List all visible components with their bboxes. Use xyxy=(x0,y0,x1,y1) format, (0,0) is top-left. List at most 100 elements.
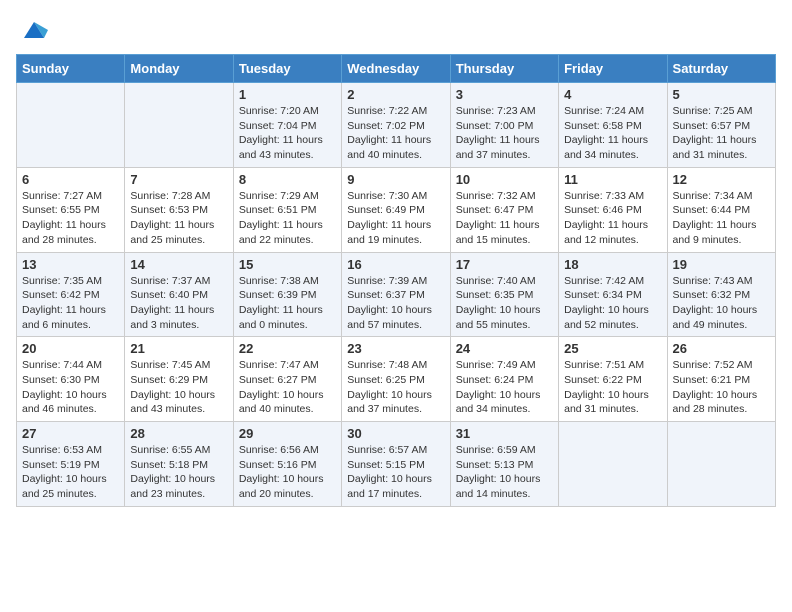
cell-text: Sunrise: 7:44 AM xyxy=(22,358,119,373)
cell-text: Sunrise: 7:20 AM xyxy=(239,104,336,119)
calendar-table: SundayMondayTuesdayWednesdayThursdayFrid… xyxy=(16,54,776,507)
cell-text: Daylight: 11 hours and 31 minutes. xyxy=(673,133,770,162)
week-row-2: 13 Sunrise: 7:35 AMSunset: 6:42 PM Dayligh… xyxy=(17,252,776,337)
cell-text: Sunrise: 7:30 AM xyxy=(347,189,444,204)
cell-text: Sunrise: 6:56 AM xyxy=(239,443,336,458)
day-number: 4 xyxy=(564,87,661,102)
calendar-cell-1-1: 7Sunrise: 7:28 AMSunset: 6:53 PMDaylight… xyxy=(125,167,233,252)
cell-text: Sunrise: 6:55 AM xyxy=(130,443,227,458)
cell-text: Daylight: 10 hours and 25 minutes. xyxy=(22,472,119,501)
calendar-body: 1Sunrise: 7:20 AMSunset: 7:04 PMDaylight… xyxy=(17,83,776,507)
calendar-cell-4-5 xyxy=(559,422,667,507)
day-number: 10 xyxy=(456,172,553,187)
cell-text: Daylight: 11 hours and 9 minutes. xyxy=(673,218,770,247)
day-number: 17 xyxy=(456,257,553,272)
cell-text: Daylight: 11 hours and 37 minutes. xyxy=(456,133,553,162)
cell-text: Daylight: 10 hours and 34 minutes. xyxy=(456,388,553,417)
calendar-cell-1-2: 8Sunrise: 7:29 AMSunset: 6:51 PMDaylight… xyxy=(233,167,341,252)
cell-text: Daylight: 10 hours and 28 minutes. xyxy=(673,388,770,417)
cell-text: Sunrise: 7:33 AM xyxy=(564,189,661,204)
day-number: 15 xyxy=(239,257,336,272)
day-number: 13 xyxy=(22,257,119,272)
day-number: 25 xyxy=(564,341,661,356)
page-header xyxy=(16,16,776,44)
day-number: 1 xyxy=(239,87,336,102)
cell-text: Sunrise: 7:29 AM xyxy=(239,189,336,204)
header-day-thursday: Thursday xyxy=(450,55,558,83)
header-day-friday: Friday xyxy=(559,55,667,83)
cell-text: Daylight: 10 hours and 46 minutes. xyxy=(22,388,119,417)
cell-text: Sunrise: 7:42 AM xyxy=(564,274,661,289)
calendar-cell-3-5: 25Sunrise: 7:51 AMSunset: 6:22 PMDayligh… xyxy=(559,337,667,422)
cell-text: Sunset: 6:27 PM xyxy=(239,373,336,388)
cell-text: Sunset: 6:55 PM xyxy=(22,203,119,218)
cell-text: Sunrise: 6:57 AM xyxy=(347,443,444,458)
cell-text: Sunrise: 7:25 AM xyxy=(673,104,770,119)
calendar-cell-2-3: 16Sunrise: 7:39 AMSunset: 6:37 PMDayligh… xyxy=(342,252,450,337)
cell-text: Daylight: 11 hours and 12 minutes. xyxy=(564,218,661,247)
calendar-cell-2-4: 17Sunrise: 7:40 AMSunset: 6:35 PMDayligh… xyxy=(450,252,558,337)
cell-text: Sunset: 5:18 PM xyxy=(130,458,227,473)
cell-text: Sunrise: 7:34 AM xyxy=(673,189,770,204)
cell-text: Daylight: 10 hours and 43 minutes. xyxy=(130,388,227,417)
cell-text: Daylight: 10 hours and 23 minutes. xyxy=(130,472,227,501)
cell-text: Sunset: 6:35 PM xyxy=(456,288,553,303)
cell-text: Daylight: 11 hours and 3 minutes. xyxy=(130,303,227,332)
calendar-cell-0-4: 3Sunrise: 7:23 AMSunset: 7:00 PMDaylight… xyxy=(450,83,558,168)
cell-text: Daylight: 10 hours and 52 minutes. xyxy=(564,303,661,332)
calendar-cell-1-6: 12Sunrise: 7:34 AMSunset: 6:44 PMDayligh… xyxy=(667,167,775,252)
day-number: 23 xyxy=(347,341,444,356)
day-number: 19 xyxy=(673,257,770,272)
cell-text: Sunset: 6:58 PM xyxy=(564,119,661,134)
logo xyxy=(16,16,48,44)
cell-text: Sunset: 6:32 PM xyxy=(673,288,770,303)
calendar-cell-1-4: 10 Sunrise: 7:32 AMSunset: 6:47 PMDayligh… xyxy=(450,167,558,252)
cell-text: Sunrise: 7:22 AM xyxy=(347,104,444,119)
cell-text: Sunrise: 7:35 AM xyxy=(22,274,119,289)
calendar-cell-4-1: 28Sunrise: 6:55 AMSunset: 5:18 PMDayligh… xyxy=(125,422,233,507)
cell-text: Sunset: 6:47 PM xyxy=(456,203,553,218)
calendar-cell-3-2: 22Sunrise: 7:47 AMSunset: 6:27 PMDayligh… xyxy=(233,337,341,422)
day-number: 21 xyxy=(130,341,227,356)
cell-text: Sunrise: 6:53 AM xyxy=(22,443,119,458)
calendar-cell-4-2: 29Sunrise: 6:56 AMSunset: 5:16 PMDayligh… xyxy=(233,422,341,507)
calendar-cell-0-5: 4Sunrise: 7:24 AMSunset: 6:58 PMDaylight… xyxy=(559,83,667,168)
cell-text: Daylight: 10 hours and 20 minutes. xyxy=(239,472,336,501)
calendar-cell-2-6: 19Sunrise: 7:43 AMSunset: 6:32 PMDayligh… xyxy=(667,252,775,337)
day-number: 6 xyxy=(22,172,119,187)
cell-text: Sunrise: 7:48 AM xyxy=(347,358,444,373)
calendar-cell-2-0: 13Sunrise: 7:35 AMSunset: 6:42 PMDayligh… xyxy=(17,252,125,337)
cell-text: Sunset: 6:40 PM xyxy=(130,288,227,303)
cell-text: Sunrise: 7:23 AM xyxy=(456,104,553,119)
cell-text: Sunrise: 7:32 AM xyxy=(456,189,553,204)
day-number: 26 xyxy=(673,341,770,356)
header-day-tuesday: Tuesday xyxy=(233,55,341,83)
cell-text: Sunrise: 7:27 AM xyxy=(22,189,119,204)
cell-text: Sunset: 6:44 PM xyxy=(673,203,770,218)
cell-text: Daylight: 10 hours and 37 minutes. xyxy=(347,388,444,417)
cell-text: Daylight: 10 hours and 49 minutes. xyxy=(673,303,770,332)
calendar-cell-0-6: 5Sunrise: 7:25 AMSunset: 6:57 PMDaylight… xyxy=(667,83,775,168)
cell-text: Daylight: 11 hours and 15 minutes. xyxy=(456,218,553,247)
calendar-cell-0-1 xyxy=(125,83,233,168)
calendar-cell-3-0: 20Sunrise: 7:44 AMSunset: 6:30 PMDayligh… xyxy=(17,337,125,422)
day-number: 2 xyxy=(347,87,444,102)
day-number: 5 xyxy=(673,87,770,102)
calendar-header: SundayMondayTuesdayWednesdayThursdayFrid… xyxy=(17,55,776,83)
cell-text: Daylight: 11 hours and 22 minutes. xyxy=(239,218,336,247)
cell-text: Sunrise: 7:51 AM xyxy=(564,358,661,373)
cell-text: Sunrise: 7:45 AM xyxy=(130,358,227,373)
cell-text: Sunset: 6:42 PM xyxy=(22,288,119,303)
calendar-cell-2-1: 14Sunrise: 7:37 AMSunset: 6:40 PMDayligh… xyxy=(125,252,233,337)
cell-text: Daylight: 11 hours and 28 minutes. xyxy=(22,218,119,247)
cell-text: Sunset: 7:00 PM xyxy=(456,119,553,134)
cell-text: Sunset: 5:13 PM xyxy=(456,458,553,473)
week-row-4: 27Sunrise: 6:53 AMSunset: 5:19 PMDayligh… xyxy=(17,422,776,507)
cell-text: Daylight: 10 hours and 17 minutes. xyxy=(347,472,444,501)
cell-text: Sunset: 6:30 PM xyxy=(22,373,119,388)
day-number: 31 xyxy=(456,426,553,441)
day-number: 14 xyxy=(130,257,227,272)
cell-text: Sunrise: 7:24 AM xyxy=(564,104,661,119)
cell-text: Sunrise: 7:52 AM xyxy=(673,358,770,373)
cell-text: Daylight: 10 hours and 14 minutes. xyxy=(456,472,553,501)
